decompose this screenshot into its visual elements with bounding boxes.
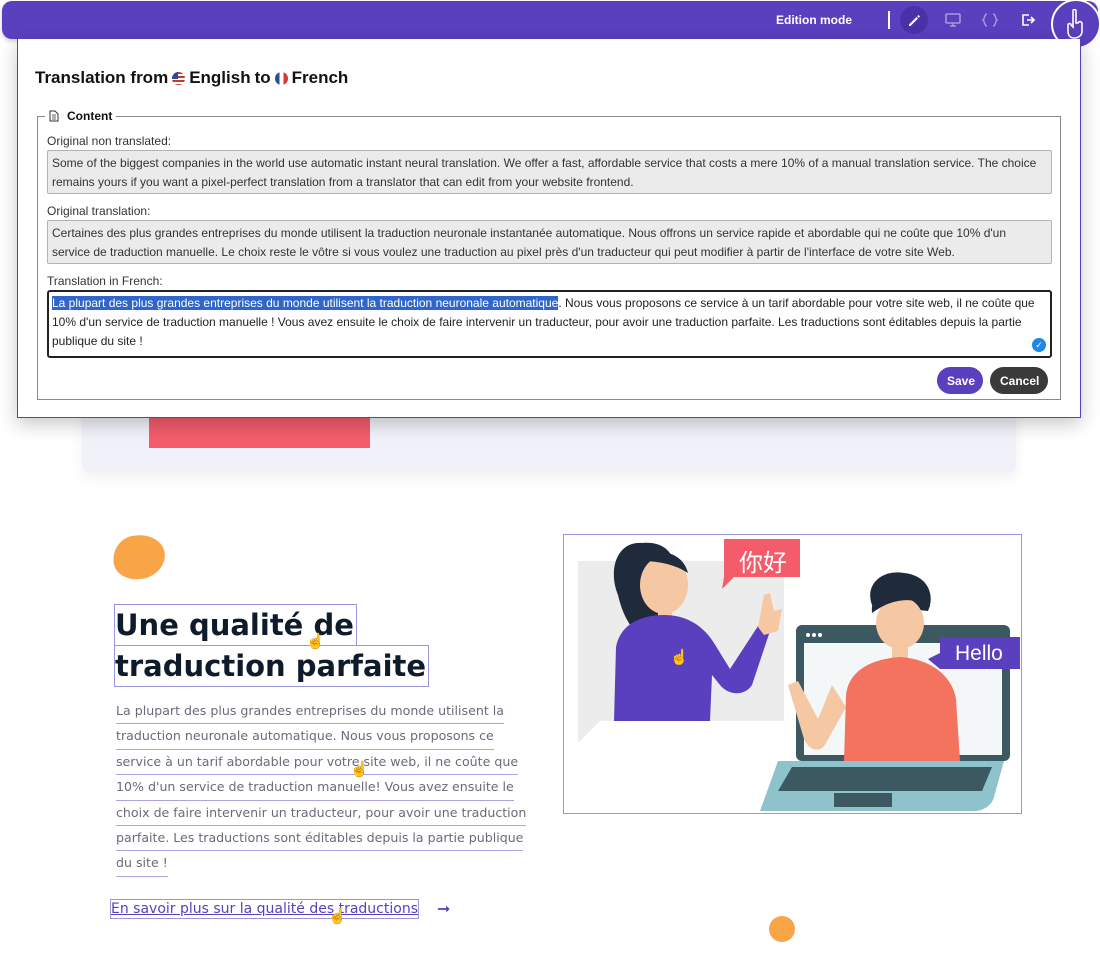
decorative-orange-blob [108,530,170,584]
body-line[interactable]: La plupart des plus grandes entreprises … [116,699,504,725]
body-line[interactable]: service à un tarif abordable pour votre … [116,750,519,776]
monitor-icon[interactable] [939,6,967,34]
fieldset-legend: Content [45,109,117,123]
original-label: Original non translated: [47,134,172,148]
translation-illustration[interactable]: 你好 Hello ☝ [563,534,1022,814]
decorative-orange-dot [769,916,795,942]
body-line[interactable]: du site ! [116,851,168,877]
selected-text: La plupart des plus grandes entreprises … [52,296,559,310]
title-middle: to [254,68,271,87]
hand-cursor-icon: ☝ [670,649,689,666]
machine-translation-label: Original translation: [47,204,151,218]
arrow-right-icon[interactable]: ➞ [437,899,450,919]
france-flag-icon [274,71,288,85]
fieldset-legend-label: Content [67,109,113,123]
hand-cursor-icon: ☝ [306,633,325,650]
section-body-text[interactable]: La plupart des plus grandes entreprises … [116,699,527,877]
text-cursor-icon: ☝ [350,761,369,778]
target-language: French [291,68,349,87]
check-icon: ✓ [1032,338,1046,352]
translation-textarea[interactable]: La plupart des plus grandes entreprises … [47,290,1052,358]
edition-mode-label: Edition mode [776,13,852,27]
save-button[interactable]: Save [937,367,983,394]
title-prefix: Translation from [35,68,169,87]
translation-label: Translation in French: [47,274,163,288]
machine-translation-field[interactable]: Certaines des plus grandes entreprises d… [47,220,1052,264]
edit-toolbar: Edition mode [2,0,1100,49]
translation-modal: Translation from English to French Conte… [17,39,1081,418]
exit-icon[interactable] [1014,6,1042,34]
hello-bubble: Hello [955,642,1003,665]
code-icon[interactable] [976,6,1004,34]
body-line[interactable]: 10% d'un service de traduction manuelle!… [116,775,514,801]
source-language: English [189,68,251,87]
body-line[interactable]: parfaite. Les traductions sont éditables… [116,826,524,852]
section-headline[interactable]: Une qualité de traduction parfaite [114,604,430,687]
body-line[interactable]: choix de faire intervenir un traducteur,… [116,801,527,827]
pencil-icon[interactable] [900,6,928,34]
body-line[interactable]: traduction neuronale automatique. Nous v… [116,724,494,750]
chinese-greeting-bubble: 你好 [739,549,787,577]
cancel-button[interactable]: Cancel [990,367,1048,394]
learn-more-link[interactable]: En savoir plus sur la qualité des traduc… [110,899,419,919]
modal-title: Translation from English to French [35,68,348,88]
illustration-art [578,539,1020,811]
hand-cursor-icon: ☝ [328,908,347,925]
content-fieldset: Content Original non translated: Some of… [37,109,1061,400]
toolbar-divider [888,11,890,29]
us-flag-icon [172,71,186,85]
document-icon [49,110,59,122]
original-text-field[interactable]: Some of the biggest companies in the wor… [47,150,1052,194]
headline-line[interactable]: traduction parfaite [114,645,430,687]
